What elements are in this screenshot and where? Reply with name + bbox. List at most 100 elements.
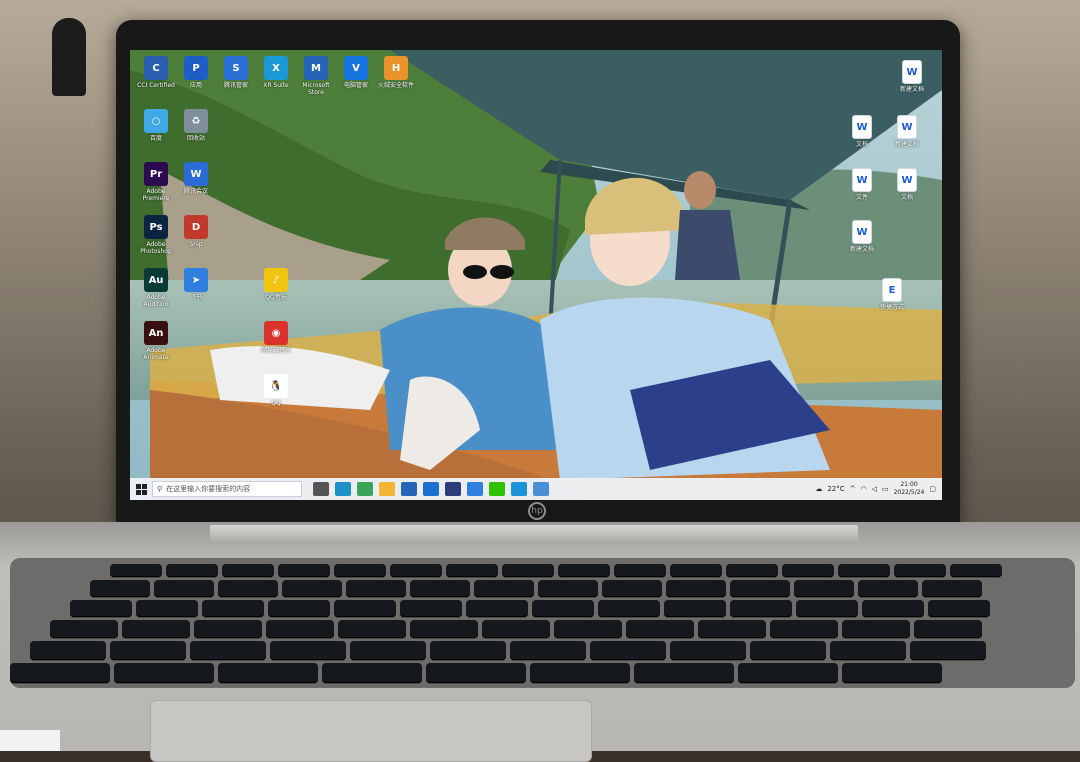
keyboard-key[interactable] <box>190 641 266 660</box>
keyboard-key[interactable] <box>738 663 838 683</box>
start-button[interactable] <box>130 478 152 500</box>
desktop-file-icon[interactable]: W 新建文档 <box>890 60 934 93</box>
keyboard-key[interactable] <box>334 600 396 617</box>
keyboard-key[interactable] <box>862 600 924 617</box>
desktop-icon[interactable]: Ps Adobe Photoshop <box>134 215 178 255</box>
desktop-icon[interactable]: An Adobe Animate <box>134 321 178 361</box>
keyboard-key[interactable] <box>166 564 218 577</box>
keyboard-key[interactable] <box>122 620 190 638</box>
wifi-icon[interactable]: ◠ <box>860 485 866 493</box>
keyboard-key[interactable] <box>558 564 610 577</box>
store-icon[interactable] <box>401 482 417 496</box>
desktop-icon[interactable]: W 腾讯会议 <box>174 162 218 195</box>
keyboard-key[interactable] <box>664 600 726 617</box>
keyboard-key[interactable] <box>278 564 330 577</box>
keyboard-key[interactable] <box>598 600 660 617</box>
keyboard-key[interactable] <box>922 580 982 597</box>
desktop-icon[interactable]: H 火绒安全软件 <box>374 56 418 89</box>
volume-icon[interactable]: ◁ <box>872 485 877 493</box>
keyboard-key[interactable] <box>670 564 722 577</box>
keyboard-key[interactable] <box>626 620 694 638</box>
keyboard-key[interactable] <box>50 620 118 638</box>
desktop-file-icon[interactable]: W 新建文档 <box>840 220 884 253</box>
desktop-icon[interactable]: V 电脑管家 <box>334 56 378 89</box>
keyboard-key[interactable] <box>590 641 666 660</box>
mail-icon[interactable] <box>423 482 439 496</box>
keyboard-key[interactable] <box>666 580 726 597</box>
keyboard-key[interactable] <box>222 564 274 577</box>
keyboard-key[interactable] <box>346 580 406 597</box>
desktop-icon[interactable]: S 腾讯管家 <box>214 56 258 89</box>
trackpad[interactable] <box>150 700 592 762</box>
taskbar-search-box[interactable]: ⚲ 在这里输入你要搜索的内容 <box>152 481 302 497</box>
keyboard-key[interactable] <box>110 564 162 577</box>
keyboard-key[interactable] <box>730 600 792 617</box>
keyboard-key[interactable] <box>770 620 838 638</box>
keyboard-key[interactable] <box>110 641 186 660</box>
photos-icon[interactable] <box>533 482 549 496</box>
keyboard-key[interactable] <box>554 620 622 638</box>
battery-icon[interactable]: ▭ <box>882 485 889 493</box>
keyboard-key[interactable] <box>338 620 406 638</box>
keyboard-key[interactable] <box>838 564 890 577</box>
keyboard-key[interactable] <box>350 641 426 660</box>
keyboard-key[interactable] <box>136 600 198 617</box>
desktop-file-icon[interactable]: W 文档 <box>840 115 884 148</box>
keyboard-key[interactable] <box>858 580 918 597</box>
keyboard-key[interactable] <box>70 600 132 617</box>
desktop-icon[interactable]: ➤ 飞书 <box>174 268 218 301</box>
desktop-icon[interactable]: M Microsoft Store <box>294 56 338 96</box>
weather-icon[interactable]: ☁ <box>815 485 822 493</box>
wechat-icon[interactable] <box>489 482 505 496</box>
keyboard-key[interactable] <box>698 620 766 638</box>
keyboard-key[interactable] <box>796 600 858 617</box>
desktop-icon[interactable]: P 应用 <box>174 56 218 89</box>
keyboard-key[interactable] <box>782 564 834 577</box>
notification-icon[interactable]: ▢ <box>929 485 936 493</box>
desktop-icon[interactable]: Pr Adobe Premiere <box>134 162 178 202</box>
keyboard-key[interactable] <box>430 641 506 660</box>
keyboard-key[interactable] <box>482 620 550 638</box>
desktop-icon[interactable]: ◉ 网易云音乐 <box>254 321 298 354</box>
keyboard-key[interactable] <box>446 564 498 577</box>
keyboard-key[interactable] <box>726 564 778 577</box>
qq-icon[interactable] <box>511 482 527 496</box>
keyboard-key[interactable] <box>154 580 214 597</box>
desktop-icon[interactable]: 🐧 QQ <box>254 374 298 407</box>
keyboard-key[interactable] <box>90 580 150 597</box>
keyboard-key[interactable] <box>474 580 534 597</box>
clock[interactable]: 21:00 2022/5/24 <box>894 481 925 497</box>
keyboard-key[interactable] <box>614 564 666 577</box>
desktop-icon[interactable]: ○ 百度 <box>134 109 178 142</box>
keyboard-key[interactable] <box>950 564 1002 577</box>
keyboard-key[interactable] <box>602 580 662 597</box>
keyboard-key[interactable] <box>426 663 526 683</box>
keyboard-key[interactable] <box>894 564 946 577</box>
desktop-icon[interactable]: Au Adobe Audition <box>134 268 178 308</box>
desktop-file-icon[interactable]: E 快捷方式 <box>870 278 914 311</box>
keyboard-key[interactable] <box>400 600 462 617</box>
keyboard-key[interactable] <box>928 600 990 617</box>
chevron-up-icon[interactable]: ^ <box>850 485 856 493</box>
keyboard-key[interactable] <box>270 641 346 660</box>
keyboard-key[interactable] <box>10 663 110 683</box>
keyboard-key[interactable] <box>218 663 318 683</box>
desktop-icon[interactable]: D Snip <box>174 215 218 248</box>
keyboard-key[interactable] <box>410 580 470 597</box>
keyboard-key[interactable] <box>538 580 598 597</box>
keyboard-key[interactable] <box>114 663 214 683</box>
keyboard-key[interactable] <box>794 580 854 597</box>
desktop-icon[interactable]: C CCI Certified <box>134 56 178 89</box>
keyboard-key[interactable] <box>322 663 422 683</box>
keyboard-key[interactable] <box>282 580 342 597</box>
keyboard-key[interactable] <box>334 564 386 577</box>
keyboard-key[interactable] <box>830 641 906 660</box>
keyboard-key[interactable] <box>842 620 910 638</box>
keyboard-key[interactable] <box>218 580 278 597</box>
keyboard-key[interactable] <box>466 600 528 617</box>
keyboard-key[interactable] <box>268 600 330 617</box>
desktop-file-icon[interactable]: W 文档 <box>885 168 929 201</box>
keyboard-key[interactable] <box>842 663 942 683</box>
keyboard-key[interactable] <box>730 580 790 597</box>
keyboard-key[interactable] <box>670 641 746 660</box>
